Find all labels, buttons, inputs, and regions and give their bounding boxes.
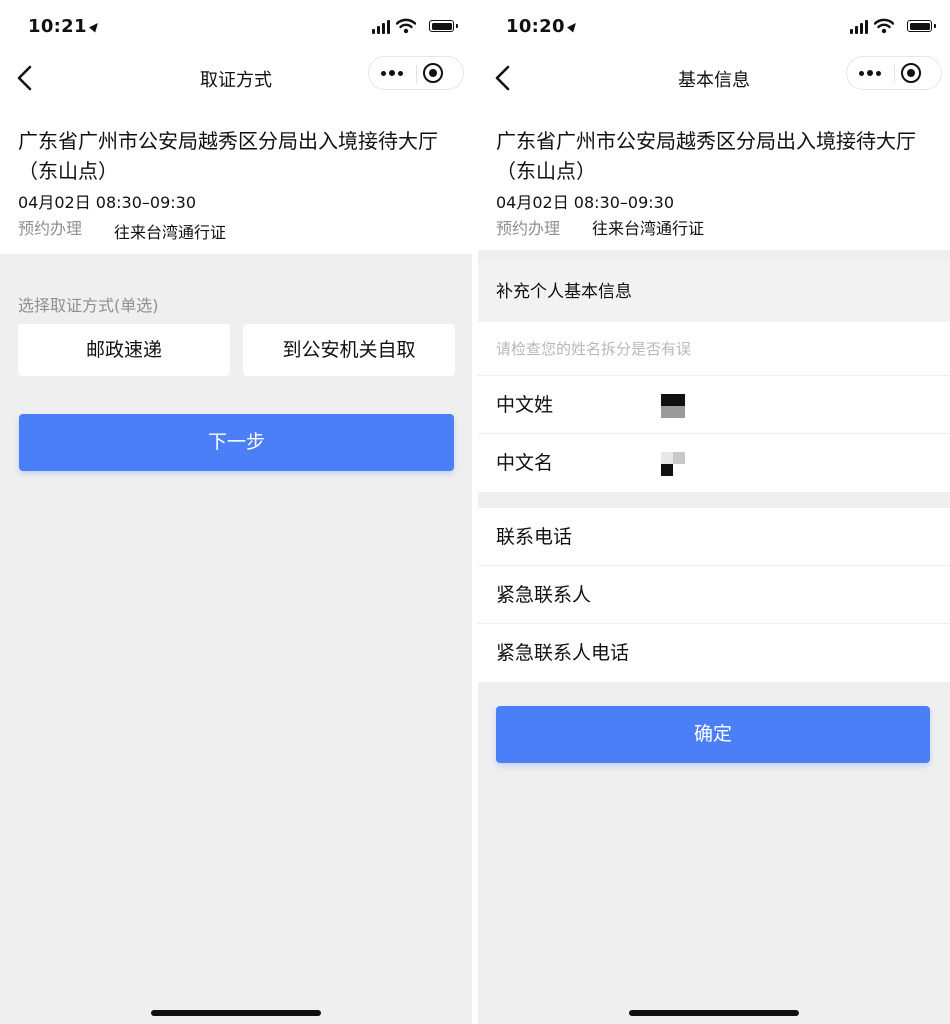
close-miniprogram-icon[interactable] bbox=[423, 63, 443, 83]
name-fields-group: 请检查您的姓名拆分是否有误 中文姓 中文名 bbox=[478, 322, 950, 492]
phone-row[interactable]: 联系电话 bbox=[478, 508, 950, 566]
surname-label: 中文姓 bbox=[496, 394, 554, 416]
appointment-type-label: 预约办理 bbox=[18, 219, 83, 238]
basic-info-screen: 10:20 基本信息 广东省广州市公安局越秀区分局出入境接待大厅（东山点） 04… bbox=[478, 0, 950, 1024]
appointment-info-card: 广东省广州市公安局越秀区分局出入境接待大厅（东山点） 04月02日 08:30–… bbox=[0, 106, 472, 254]
cellular-signal-icon bbox=[372, 20, 392, 34]
redacted-given-name-mosaic bbox=[661, 452, 685, 476]
location-arrow-icon bbox=[88, 20, 101, 33]
section-title: 补充个人基本信息 bbox=[478, 262, 950, 322]
wifi-icon bbox=[874, 18, 894, 34]
appointment-type-row: 预约办理 往来台湾通行证 bbox=[496, 218, 932, 240]
pickup-method-screen: 10:21 取证方式 广东省广州市公安局越秀区分局出入境接待大厅（东山点） 04… bbox=[0, 0, 472, 1024]
close-miniprogram-icon[interactable] bbox=[901, 63, 921, 83]
contact-fields-group: 联系电话 紧急联系人 紧急联系人电话 bbox=[478, 508, 950, 682]
next-step-button[interactable]: 下一步 bbox=[19, 414, 454, 471]
status-time-text: 10:20 bbox=[506, 16, 565, 37]
more-options-icon[interactable] bbox=[847, 57, 894, 89]
service-hall-name: 广东省广州市公安局越秀区分局出入境接待大厅（东山点） bbox=[18, 129, 438, 183]
emergency-contact-row[interactable]: 紧急联系人 bbox=[478, 566, 950, 624]
appointment-date: 04月02日 08:30–09:30 bbox=[496, 193, 675, 212]
status-bar: 10:21 bbox=[0, 0, 472, 50]
status-time-text: 10:21 bbox=[28, 16, 87, 37]
home-indicator bbox=[629, 1010, 799, 1016]
location-arrow-icon bbox=[566, 20, 579, 33]
navigation-bar: 取证方式 bbox=[0, 50, 472, 106]
appointment-type-value: 往来台湾通行证 bbox=[114, 223, 227, 242]
appointment-date: 04月02日 08:30–09:30 bbox=[18, 193, 197, 212]
name-split-hint: 请检查您的姓名拆分是否有误 bbox=[478, 322, 950, 376]
wifi-icon bbox=[396, 18, 416, 34]
cellular-signal-icon bbox=[850, 20, 870, 34]
phone-label: 联系电话 bbox=[496, 526, 573, 548]
redacted-surname-mosaic bbox=[661, 394, 685, 418]
appointment-type-label: 预约办理 bbox=[496, 219, 561, 238]
battery-icon bbox=[907, 20, 936, 32]
postal-delivery-option[interactable]: 邮政速递 bbox=[18, 324, 230, 376]
battery-icon bbox=[429, 20, 458, 32]
emergency-contact-label: 紧急联系人 bbox=[496, 584, 592, 606]
appointment-info-card: 广东省广州市公安局越秀区分局出入境接待大厅（东山点） 04月02日 08:30–… bbox=[478, 106, 950, 250]
confirm-button[interactable]: 确定 bbox=[496, 706, 930, 763]
given-name-label: 中文名 bbox=[496, 452, 554, 474]
emergency-phone-label: 紧急联系人电话 bbox=[496, 642, 630, 664]
navigation-bar: 基本信息 bbox=[478, 50, 950, 106]
emergency-phone-row[interactable]: 紧急联系人电话 bbox=[478, 624, 950, 682]
status-bar: 10:20 bbox=[478, 0, 950, 50]
appointment-type-value: 往来台湾通行证 bbox=[592, 219, 705, 238]
given-name-row[interactable]: 中文名 bbox=[478, 434, 950, 492]
status-time: 10:21 bbox=[28, 16, 101, 37]
pickup-method-hint: 选择取证方式(单选) bbox=[18, 296, 159, 315]
more-options-icon[interactable] bbox=[369, 57, 416, 89]
surname-row[interactable]: 中文姓 bbox=[478, 376, 950, 434]
service-hall-name: 广东省广州市公安局越秀区分局出入境接待大厅（东山点） bbox=[496, 129, 916, 183]
appointment-type-row: 预约办理 往来台湾通行证 bbox=[18, 218, 454, 242]
home-indicator bbox=[151, 1010, 321, 1016]
status-time: 10:20 bbox=[506, 16, 579, 37]
self-pickup-option[interactable]: 到公安机关自取 bbox=[243, 324, 455, 376]
miniprogram-capsule bbox=[368, 56, 464, 90]
miniprogram-capsule bbox=[846, 56, 942, 90]
